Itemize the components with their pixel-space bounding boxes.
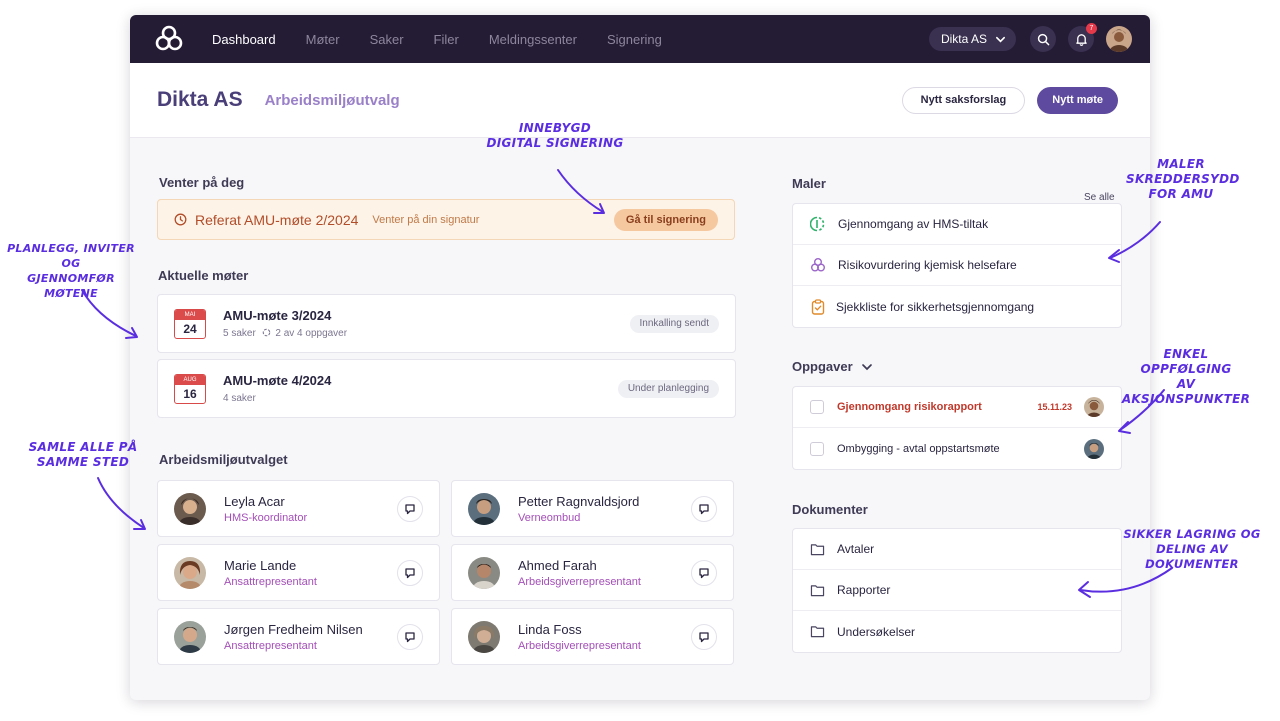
arrow-head: [1078, 581, 1091, 598]
arrow-to-documents: [1079, 567, 1173, 593]
arrow-to-members: [97, 477, 145, 529]
annotation-arrows: [81, 169, 1173, 598]
arrow-to-meetings: [81, 289, 137, 337]
arrow-to-signing: [557, 169, 604, 213]
arrow-to-templates: [1109, 221, 1161, 259]
